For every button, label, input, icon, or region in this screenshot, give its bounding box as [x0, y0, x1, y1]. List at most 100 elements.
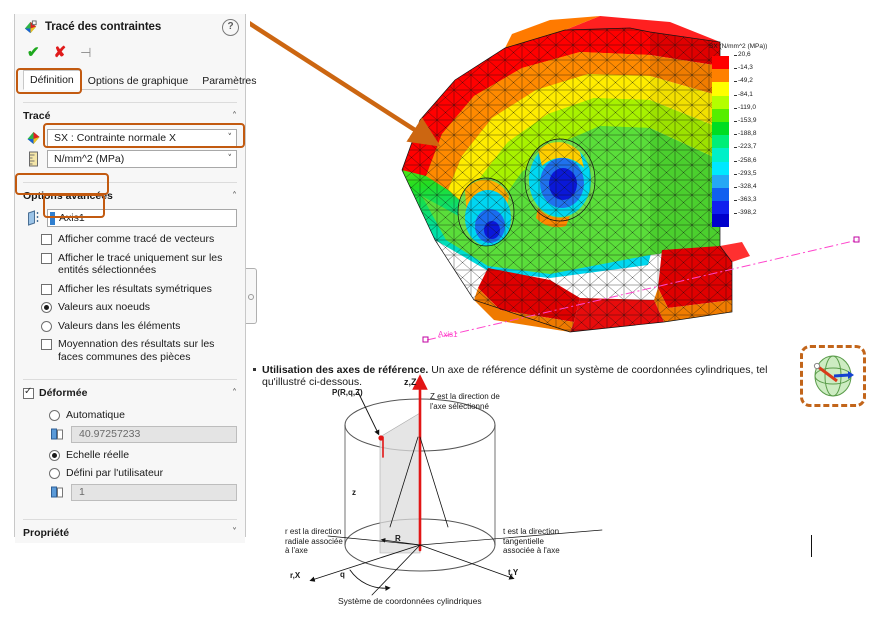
panel-action-bar: ✔ ✘ ⊣: [15, 40, 245, 64]
radio-3[interactable]: [41, 302, 52, 313]
chevron-down-icon[interactable]: ˅: [228, 133, 233, 143]
figure-r-axis-label: r,X: [290, 571, 301, 580]
section-header-propriete[interactable]: Propriété ˅: [23, 518, 237, 543]
units-row: N/mm^2 (MPa) ˅: [25, 150, 237, 168]
figure-height-label: z: [352, 488, 356, 497]
legend-value: -328,4: [733, 183, 757, 190]
label-automatique: Automatique: [66, 409, 125, 421]
section-header-deformee[interactable]: Déformée ˄: [23, 379, 237, 403]
user-scale-value: 1: [71, 483, 237, 501]
legend-swatch: [712, 121, 729, 136]
scale-factor-icon: [49, 484, 67, 501]
legend-value: -188,8: [733, 130, 757, 138]
panel-body: Tracé ˄ SX : Contrainte normale X ˅ N/mm…: [15, 102, 245, 543]
advanced-option-2[interactable]: Afficher les résultats symétriques: [41, 283, 237, 296]
legend-swatch: [712, 174, 729, 188]
legend-swatch: [712, 135, 729, 149]
advanced-option-1[interactable]: Afficher le tracé uniquement sur les ent…: [41, 252, 237, 277]
units-value: N/mm^2 (MPa): [54, 153, 125, 165]
annotation-arrow: [250, 21, 441, 147]
section-header-advanced[interactable]: Options avancées ˄: [23, 182, 237, 206]
section-title-deformee: Déformée: [39, 387, 88, 399]
legend-swatch: [712, 187, 729, 202]
deformee-checkbox[interactable]: [23, 386, 34, 399]
legend-swatch: [712, 201, 729, 215]
legend-swatch: [712, 148, 729, 162]
chevron-up-icon[interactable]: ˄: [232, 388, 237, 399]
doc-bullet-line: Utilisation des axes de référence. Un ax…: [253, 364, 792, 388]
option-echelle-reelle[interactable]: Echelle réelle: [49, 449, 237, 462]
property-manager-panel[interactable]: Tracé des contraintes ? ✔ ✘ ⊣ Définition…: [14, 14, 256, 543]
panel-tabs[interactable]: Définition Options de graphique Paramètr…: [23, 68, 256, 90]
cancel-button[interactable]: ✘: [54, 45, 67, 60]
reference-axis-icon: [25, 209, 43, 227]
stress-color-legend: SX (N/mm^2 (MPa)) 20,6 -14,3 -49,2 -84,1 -11…: [706, 35, 796, 228]
advanced-option-3[interactable]: Valeurs aux noeuds: [41, 301, 237, 314]
advanced-option-0[interactable]: Afficher comme tracé de vecteurs: [41, 233, 237, 246]
component-row: SX : Contrainte normale X ˅: [25, 129, 237, 147]
legend-swatch: [712, 108, 729, 122]
figure-point-label: P(R,q,Z): [332, 388, 363, 397]
option-defini-utilisateur[interactable]: Défini par l'utilisateur: [49, 467, 237, 480]
component-select[interactable]: SX : Contrainte normale X ˅: [47, 129, 237, 147]
axis-input[interactable]: Axis1: [47, 209, 237, 227]
advanced-option-label-4: Valeurs dans les éléments: [58, 319, 181, 332]
user-scale-row: 1: [49, 483, 237, 501]
advanced-options-list: Afficher comme tracé de vecteurs Afficher…: [15, 233, 245, 363]
panel-splitter[interactable]: [246, 268, 257, 324]
advanced-option-label-0: Afficher comme tracé de vecteurs: [58, 233, 215, 245]
figure-z-description: Z est la direction de l'axe sélectionné: [430, 392, 500, 411]
reference-axis-thumbnail[interactable]: [800, 345, 866, 407]
radio-defini-utilisateur[interactable]: [49, 468, 60, 479]
section-title-advanced: Options avancées: [23, 190, 113, 202]
accept-button[interactable]: ✔: [27, 45, 40, 60]
auto-scale-value: 40.97257233: [71, 425, 237, 443]
label-defini-utilisateur: Défini par l'utilisateur: [66, 467, 164, 479]
reference-axis-icon: [813, 355, 854, 397]
radio-4[interactable]: [41, 320, 52, 332]
option-automatique[interactable]: Automatique: [49, 409, 237, 422]
help-icon[interactable]: ?: [222, 18, 239, 36]
tab-definition[interactable]: Définition: [23, 70, 81, 90]
pin-button[interactable]: ⊣: [80, 46, 91, 59]
checkbox-1[interactable]: [41, 252, 52, 264]
chevron-down-icon[interactable]: ˅: [232, 527, 237, 538]
bullet-marker: [253, 368, 256, 371]
radio-automatique[interactable]: [49, 410, 60, 421]
section-title-propriete: Propriété: [23, 526, 70, 539]
advanced-option-label-1: Afficher le tracé uniquement sur les ent…: [58, 251, 223, 277]
section-title-trace: Tracé: [23, 110, 51, 122]
advanced-option-4[interactable]: Valeurs dans les éléments: [41, 320, 237, 333]
component-value: SX : Contrainte normale X: [54, 132, 176, 144]
tab-graphic-options[interactable]: Options de graphique: [81, 71, 195, 90]
scale-factor-icon: [49, 426, 67, 443]
checkbox-5[interactable]: [41, 339, 52, 350]
legend-value: -258,6: [733, 156, 757, 164]
units-select[interactable]: N/mm^2 (MPa) ˅: [47, 150, 237, 168]
legend-value: -14,3: [734, 64, 753, 72]
fea-model-body: [401, 16, 750, 333]
chevron-down-icon[interactable]: ˅: [228, 154, 233, 164]
legend-swatch: [712, 95, 729, 109]
panel-header: Tracé des contraintes ?: [15, 14, 245, 40]
advanced-option-5[interactable]: Moyennation des résultats sur les faces …: [41, 338, 237, 363]
label-echelle-reelle: Echelle réelle: [66, 448, 130, 461]
legend-value: -153,9: [733, 117, 757, 124]
checkbox-0[interactable]: [41, 234, 52, 245]
panel-title: Tracé des contraintes: [45, 21, 162, 33]
chevron-up-icon[interactable]: ˄: [232, 191, 237, 202]
radio-echelle-reelle[interactable]: [49, 449, 60, 461]
text-caret: [811, 535, 812, 557]
legend-value: -293,5: [733, 169, 757, 177]
section-header-trace[interactable]: Tracé ˄: [23, 102, 237, 126]
checkbox-2[interactable]: [41, 283, 52, 295]
chevron-up-icon[interactable]: ˄: [232, 111, 237, 122]
stress-component-icon: [25, 130, 43, 147]
axis-label-viewport: Axis1: [438, 330, 458, 339]
axis-value: Axis1: [59, 212, 85, 224]
tab-parameters[interactable]: Paramètres: [195, 71, 263, 90]
legend-value: -398,2: [733, 209, 757, 217]
advanced-option-label-3: Valeurs aux noeuds: [58, 301, 151, 313]
legend-value: -84,1: [734, 90, 753, 98]
legend-value: -119,0: [734, 103, 756, 111]
